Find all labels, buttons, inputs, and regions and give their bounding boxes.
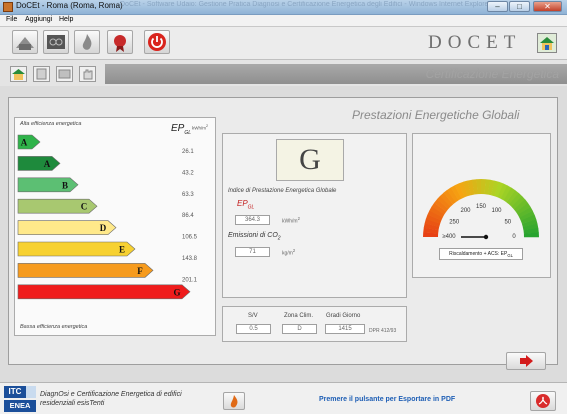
application-window: DoCEt - Roma (Roma, Roma) DoCEt - Softwa…: [0, 0, 567, 414]
threshold-label: 86.4: [182, 213, 194, 219]
plant-button[interactable]: [43, 30, 69, 54]
scale-bottom-label: Bassa efficienza energetica: [20, 324, 88, 330]
building-icon: [16, 37, 34, 50]
threshold-label: 43.2: [182, 170, 194, 176]
pdf-icon: [536, 394, 550, 408]
co2-value-unit: kg/m2: [282, 248, 296, 257]
threshold-label: 106.5: [182, 235, 198, 241]
threshold-label: 63.3: [182, 192, 194, 198]
gauge-caption: Riscaldamento + ACS: EPGL: [439, 248, 523, 260]
degree-days-label: Gradi Giorno: [326, 313, 361, 319]
export-pdf-button[interactable]: [530, 391, 556, 411]
energy-class-a-plus: A: [17, 134, 41, 150]
threshold-label: 201.1: [182, 277, 198, 283]
degree-days-field: 1415: [325, 324, 365, 334]
maximize-button[interactable]: □: [509, 1, 530, 12]
energy-class-e: E: [17, 241, 136, 257]
document-icon: [36, 68, 47, 80]
threshold-label: 143.8: [182, 256, 198, 262]
section-bar: Certificazione Energetica: [0, 60, 567, 86]
export-prompt: Premere il pulsante per Esportare in PDF: [319, 396, 456, 403]
section-header-text: Certificazione Energetica: [425, 67, 559, 81]
tab-envelope[interactable]: [33, 66, 50, 82]
gauge-tick-label: 50: [504, 220, 511, 226]
co2-value-field: 71: [235, 247, 270, 257]
flame-icon: [82, 34, 92, 50]
index-label: Indice di Prestazione Energetica Globale: [228, 188, 337, 194]
energy-class-d: D: [17, 220, 117, 235]
arrow-right-icon: [520, 355, 533, 367]
energy-class-badge: G: [276, 139, 344, 181]
power-icon: [148, 33, 166, 51]
toolbar: DOCET: [0, 27, 567, 60]
energy-class-letter: A: [44, 159, 51, 169]
home-icon: [540, 37, 554, 50]
co2-label: Emissioni di CO2: [228, 232, 281, 242]
energy-class-letter: C: [81, 202, 88, 212]
flame-icon: [230, 395, 238, 408]
itc-enea-logo: ITC ENEA: [4, 386, 36, 413]
ep-result-label: EPGL: [237, 199, 255, 211]
energy-class-letter: G: [173, 287, 180, 297]
energy-class-letter: D: [100, 223, 107, 233]
home-icon: [12, 69, 25, 80]
footer-description: DiagnOsi e Certificazione Energetica di …: [40, 391, 182, 407]
tab-systems[interactable]: [56, 66, 73, 82]
heating-button[interactable]: [74, 30, 100, 54]
title-bar: DoCEt - Roma (Roma, Roma) DoCEt - Softwa…: [0, 0, 567, 15]
certificate-button[interactable]: [107, 30, 133, 54]
gauge-tick-label: 100: [491, 208, 502, 214]
background-window-title: DoCEt - Software Udaio: Gestione Pratica…: [120, 1, 491, 8]
menu-help[interactable]: Help: [59, 16, 73, 23]
gauge-tick-label: 250: [449, 220, 460, 226]
gauge-tick-label: 0: [512, 234, 516, 240]
energy-class-g: G: [17, 284, 191, 300]
gauge-tick-label: 200: [460, 208, 471, 214]
tools-icon: [58, 69, 71, 79]
threshold-label: 26.1: [182, 149, 194, 155]
ep-value-field: 364.3: [235, 215, 270, 225]
climate-zone-label: Zona Clim.: [284, 313, 314, 319]
heating-summary-button[interactable]: [223, 392, 245, 410]
gauge-tick-label: ≥400: [442, 234, 456, 240]
sv-field: 0.5: [236, 324, 271, 334]
gauge-pivot: [483, 234, 489, 240]
sv-label: S/V: [248, 313, 258, 319]
climate-zone-field: D: [282, 324, 317, 334]
docet-logo: DOCET: [428, 32, 522, 53]
degree-days-note: DPR 412/93: [369, 328, 397, 334]
scale-top-label: Alta efficienza energetica: [20, 121, 82, 127]
energy-class-letter: A: [21, 138, 28, 148]
home-button[interactable]: [537, 33, 557, 53]
certificate-icon: [114, 35, 126, 52]
hand-icon: [83, 69, 93, 80]
next-button[interactable]: [506, 352, 546, 370]
energy-class-arrows: A 26.1 A 43.2 B 63.3 C 86.4 D 106.5 E 143.8 F 201.1G: [17, 134, 198, 300]
minimize-button[interactable]: –: [487, 1, 508, 12]
footer-bar: ITC ENEA DiagnOsi e Certificazione Energ…: [0, 382, 567, 414]
tab-summary[interactable]: [10, 66, 27, 82]
gauge-tick-label: 150: [476, 204, 487, 210]
energy-class-letter: F: [137, 266, 143, 276]
menu-file[interactable]: File: [6, 16, 17, 23]
menu-bar: File Aggiungi Help: [0, 15, 567, 27]
energy-class-a: A: [17, 156, 61, 171]
building-button[interactable]: [12, 30, 38, 54]
energy-class-b: B: [17, 177, 79, 193]
section-header: Certificazione Energetica: [105, 64, 567, 84]
window-title: DoCEt - Roma (Roma, Roma): [16, 1, 123, 10]
page-title: Prestazioni Energetiche Globali: [352, 108, 520, 122]
power-button[interactable]: [144, 30, 170, 54]
energy-class-letter: E: [119, 245, 125, 255]
energy-class-c: C: [17, 198, 98, 214]
close-button[interactable]: ✕: [533, 1, 562, 12]
app-icon: [3, 2, 13, 12]
energy-class-letter: B: [62, 180, 68, 190]
menu-aggiungi[interactable]: Aggiungi: [25, 16, 52, 23]
energy-class-f: F: [17, 263, 154, 278]
plant-icon: [47, 35, 65, 49]
ep-value-unit: kWh/m2: [282, 216, 300, 225]
tab-results[interactable]: [79, 66, 96, 82]
